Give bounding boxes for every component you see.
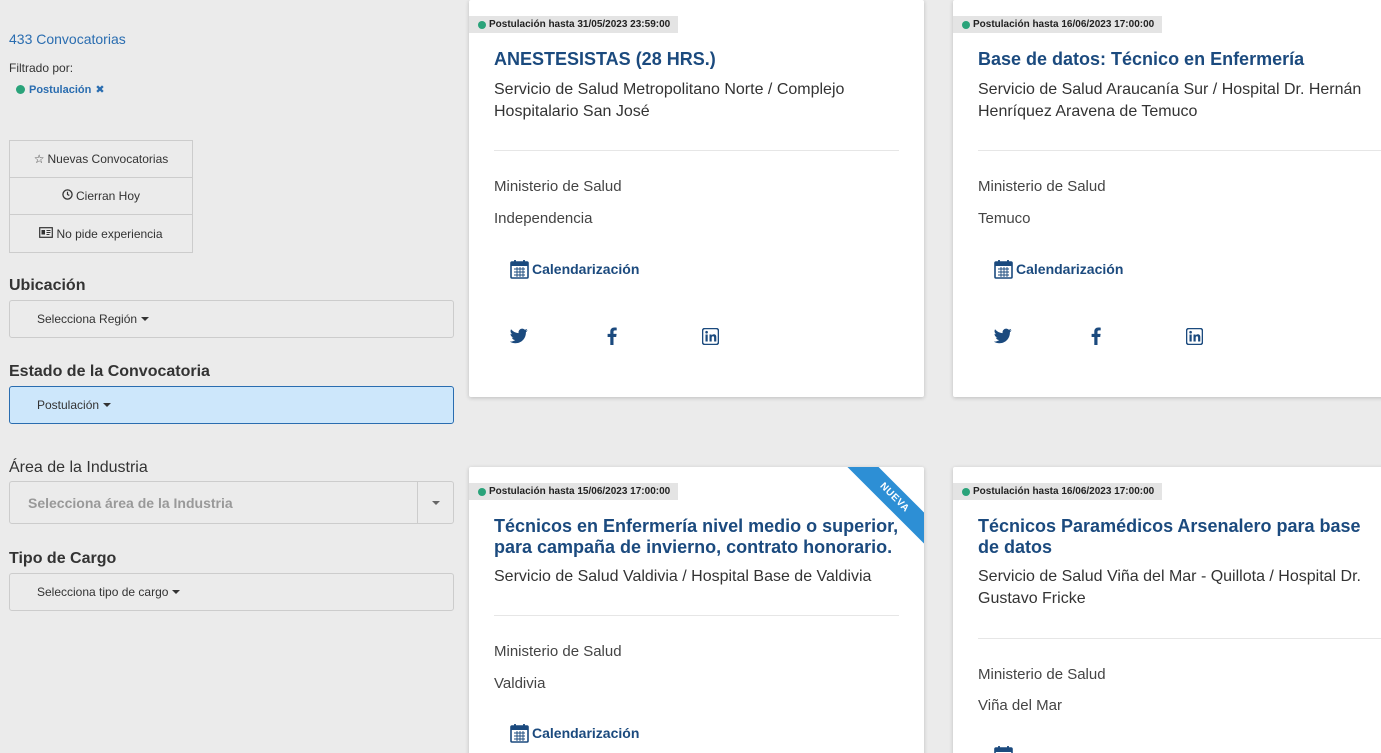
job-type-dropdown[interactable]: Selecciona tipo de cargo: [9, 573, 454, 611]
deadline-badge: Postulación hasta 15/06/2023 17:00:00: [469, 483, 679, 500]
card-divider: [494, 150, 899, 151]
job-card: NUEVA Postulación hasta 15/06/2023 17:00…: [469, 467, 924, 753]
status-dot-icon: [962, 20, 970, 29]
quick-filter-new[interactable]: ☆ Nuevas Convocatorias: [10, 141, 192, 178]
job-title[interactable]: Base de datos: Técnico en Enfermería: [978, 49, 1373, 70]
status-dot-icon: [962, 487, 970, 496]
status-dropdown[interactable]: Postulación: [9, 386, 454, 424]
quick-filter-label: Nuevas Convocatorias: [47, 152, 169, 166]
region-dropdown-label: Selecciona Región: [37, 312, 138, 326]
calendar-link-label: Calendarización: [532, 725, 640, 741]
filter-sidebar: 433 Convocatorias Filtrado por: Postulac…: [0, 0, 460, 753]
facebook-icon[interactable]: [1091, 327, 1101, 350]
job-card: Postulación hasta 31/05/2023 23:59:00 AN…: [469, 0, 924, 397]
calendar-icon: [994, 746, 1013, 753]
calendar-link[interactable]: Calendarización: [510, 723, 639, 743]
remove-filter-icon[interactable]: ✖: [95, 83, 104, 96]
deadline-text: Postulación hasta 15/06/2023 17:00:00: [489, 486, 671, 497]
calendar-link-label: Calendarización: [532, 261, 640, 277]
job-city: Temuco: [978, 210, 1031, 227]
select-arrow[interactable]: [417, 482, 453, 523]
clock-icon: [62, 189, 73, 203]
quick-filter-list: ☆ Nuevas Convocatorias Cierran Hoy No pi…: [9, 140, 193, 253]
job-ministry: Ministerio de Salud: [494, 643, 622, 660]
twitter-icon[interactable]: [993, 328, 1012, 349]
facebook-icon[interactable]: [607, 327, 617, 350]
status-dot-icon: [16, 85, 25, 94]
job-city: Viña del Mar: [978, 697, 1062, 714]
quick-filter-closing-today[interactable]: Cierran Hoy: [10, 178, 192, 215]
industry-title: Área de la Industria: [9, 459, 148, 476]
location-title: Ubicación: [9, 277, 86, 294]
linkedin-icon[interactable]: [701, 327, 720, 350]
calendar-icon: [994, 260, 1013, 279]
job-card: Postulación hasta 16/06/2023 17:00:00 Té…: [953, 467, 1381, 753]
calendar-icon: [510, 260, 529, 279]
job-city: Independencia: [494, 210, 593, 227]
card-divider: [978, 150, 1381, 151]
industry-select[interactable]: Selecciona área de la Industria: [9, 481, 454, 524]
card-divider: [494, 615, 899, 616]
job-ministry: Ministerio de Salud: [494, 178, 622, 195]
caret-down-icon: [431, 500, 440, 505]
job-type-dropdown-label: Selecciona tipo de cargo: [37, 585, 169, 599]
job-card: Postulación hasta 16/06/2023 17:00:00 Ba…: [953, 0, 1381, 397]
caret-down-icon: [141, 317, 150, 321]
job-ministry: Ministerio de Salud: [978, 666, 1106, 683]
status-title: Estado de la Convocatoria: [9, 363, 210, 380]
results-count-link[interactable]: 433 Convocatorias: [9, 31, 126, 47]
filtered-by-label: Filtrado por:: [9, 61, 74, 75]
caret-down-icon: [103, 403, 112, 407]
status-dot-icon: [478, 20, 486, 29]
calendar-link[interactable]: Calendarización: [994, 259, 1123, 279]
active-filter-label: Postulación: [29, 83, 92, 96]
job-title[interactable]: Técnicos en Enfermería nivel medio o sup…: [494, 516, 904, 558]
deadline-badge: Postulación hasta 16/06/2023 17:00:00: [953, 483, 1163, 500]
id-card-icon: [39, 226, 54, 241]
region-dropdown[interactable]: Selecciona Región: [9, 300, 454, 338]
quick-filter-no-experience[interactable]: No pide experiencia: [10, 215, 192, 252]
calendar-link[interactable]: [994, 745, 1016, 753]
job-ministry: Ministerio de Salud: [978, 178, 1106, 195]
job-city: Valdivia: [494, 675, 546, 692]
deadline-text: Postulación hasta 16/06/2023 17:00:00: [973, 19, 1155, 30]
job-type-title: Tipo de Cargo: [9, 550, 117, 567]
job-title[interactable]: ANESTESISTAS (28 HRS.): [494, 49, 904, 70]
deadline-text: Postulación hasta 16/06/2023 17:00:00: [973, 486, 1155, 497]
job-institution: Servicio de Salud Araucanía Sur / Hospit…: [978, 81, 1362, 120]
industry-select-placeholder: Selecciona área de la Industria: [28, 494, 233, 511]
calendar-link[interactable]: Calendarización: [510, 259, 639, 279]
job-institution: Servicio de Salud Valdivia / Hospital Ba…: [494, 568, 872, 585]
twitter-icon[interactable]: [509, 328, 528, 349]
status-dropdown-label: Postulación: [37, 398, 100, 412]
deadline-text: Postulación hasta 31/05/2023 23:59:00: [489, 19, 671, 30]
card-divider: [978, 638, 1381, 639]
job-institution: Servicio de Salud Viña del Mar - Quillot…: [978, 568, 1361, 607]
job-title[interactable]: Técnicos Paramédicos Arsenalero para bas…: [978, 516, 1378, 558]
status-dot-icon: [478, 487, 486, 496]
active-filter-chip[interactable]: Postulación ✖: [16, 83, 105, 96]
quick-filter-label: Cierran Hoy: [75, 189, 141, 203]
quick-filter-label: No pide experiencia: [56, 226, 163, 241]
job-institution: Servicio de Salud Metropolitano Norte / …: [494, 81, 845, 120]
star-outline-icon: ☆: [33, 152, 45, 166]
deadline-badge: Postulación hasta 16/06/2023 17:00:00: [953, 16, 1163, 33]
calendar-link-label: Calendarización: [1016, 261, 1124, 277]
deadline-badge: Postulación hasta 31/05/2023 23:59:00: [469, 16, 679, 33]
caret-down-icon: [172, 590, 181, 594]
page: 433 Convocatorias Filtrado por: Postulac…: [0, 0, 1381, 753]
calendar-icon: [510, 724, 529, 743]
linkedin-icon[interactable]: [1185, 327, 1204, 350]
